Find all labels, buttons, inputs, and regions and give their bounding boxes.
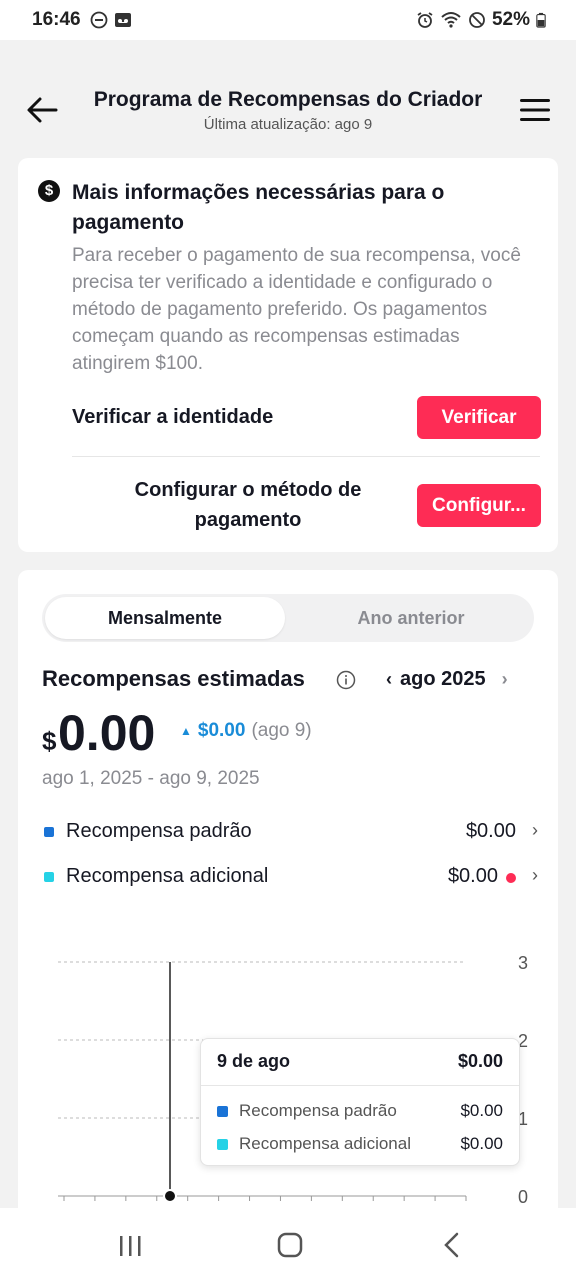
date-range: ago 1, 2025 - ago 9, 2025 xyxy=(42,768,260,789)
tooltip-row-label: Recompensa padrão xyxy=(239,1101,397,1120)
status-right-icons: 52% xyxy=(416,9,546,31)
legend-swatch xyxy=(44,872,54,882)
chevron-right-icon[interactable]: › xyxy=(502,669,508,690)
divider xyxy=(201,1085,519,1086)
rewards-card: Mensalmente Ano anterior Recompensas est… xyxy=(18,570,558,1280)
legend-row-standard[interactable]: Recompensa padrão $0.00 › xyxy=(42,818,540,848)
dollar-icon: $ xyxy=(38,180,60,202)
tooltip-row-value: $0.00 xyxy=(460,1101,503,1120)
current-month: ago 2025 xyxy=(400,668,486,690)
battery-percent: 52% xyxy=(491,9,530,30)
tooltip-total: $0.00 xyxy=(457,1051,503,1071)
verify-identity-label: Verificar a identidade xyxy=(72,406,274,428)
period-segmented-control: Mensalmente Ano anterior xyxy=(42,594,534,642)
chevron-right-icon: › xyxy=(532,820,538,840)
triangle-up-icon: ▲ xyxy=(180,724,192,738)
tooltip-header: 9 de ago $0.00 xyxy=(217,1051,503,1072)
back-arrow-icon[interactable] xyxy=(24,92,60,128)
notification-dot xyxy=(506,873,516,883)
tooltip-date: 9 de ago xyxy=(217,1051,291,1071)
estimated-rewards-title: Recompensas estimadas xyxy=(42,666,305,691)
legend-label: Recompensa adicional xyxy=(66,865,269,887)
currency-symbol: $ xyxy=(42,726,57,756)
status-left-icons xyxy=(90,11,132,29)
system-nav-bar xyxy=(0,1208,576,1280)
chart-tooltip: 9 de ago $0.00 Recompensa padrão $0.00 R… xyxy=(200,1038,520,1166)
info-icon[interactable] xyxy=(336,670,356,690)
do-not-disturb-icon xyxy=(90,11,108,29)
legend-row-additional[interactable]: Recompensa adicional $0.00 › xyxy=(42,863,540,893)
hamburger-menu-icon[interactable] xyxy=(520,97,550,123)
legend-swatch xyxy=(217,1106,228,1117)
payment-info-card: $ Mais informações necessárias para o pa… xyxy=(18,158,558,552)
tooltip-row-label: Recompensa adicional xyxy=(239,1134,411,1153)
last-updated: Última atualização: ago 9 xyxy=(203,116,373,133)
legend-swatch xyxy=(44,827,54,837)
home-icon[interactable] xyxy=(270,1228,310,1262)
configure-button[interactable]: Configur... xyxy=(417,484,541,527)
legend-swatch xyxy=(217,1139,228,1150)
page-title: Programa de Recompensas do Criador xyxy=(93,88,483,111)
divider xyxy=(72,456,540,457)
recent-apps-icon[interactable] xyxy=(110,1228,150,1262)
legend-value: $0.00 xyxy=(465,820,516,842)
chevron-right-icon: › xyxy=(532,865,538,885)
legend-value: $0.00 xyxy=(447,865,498,887)
y-tick-label: 0 xyxy=(518,1187,528,1207)
data-point xyxy=(163,1189,177,1203)
tooltip-row-value: $0.00 xyxy=(460,1134,503,1153)
payment-info-description: Para receber o pagamento de sua recompen… xyxy=(72,245,521,374)
rewards-delta: ▲ $0.00 (ago 9) xyxy=(180,720,312,742)
legend-label: Recompensa padrão xyxy=(66,820,252,842)
rewards-amount: 0.00 xyxy=(58,705,156,761)
config-payment-label: Configurar o método de pagamento xyxy=(134,479,362,531)
month-navigator: ‹ ago 2025 › xyxy=(386,668,508,691)
tab-previous-year[interactable]: Ano anterior xyxy=(291,597,531,639)
chevron-left-icon[interactable]: ‹ xyxy=(386,669,392,690)
tab-monthly[interactable]: Mensalmente xyxy=(45,597,285,639)
verify-button[interactable]: Verificar xyxy=(417,396,541,439)
back-icon[interactable] xyxy=(432,1228,472,1262)
payment-info-title: Mais informações necessárias para o paga… xyxy=(72,181,445,234)
delta-value: $0.00 xyxy=(197,720,246,741)
delta-date: (ago 9) xyxy=(251,720,312,741)
alarm-icon xyxy=(417,12,433,28)
y-tick-label: 3 xyxy=(518,953,528,973)
battery-icon xyxy=(536,12,546,28)
voicemail-icon xyxy=(115,13,131,27)
page-header: Programa de Recompensas do Criador Últim… xyxy=(0,40,576,156)
blocked-icon xyxy=(469,12,485,28)
wifi-icon xyxy=(441,12,461,28)
status-bar: 16:46 52% xyxy=(0,0,576,40)
status-time: 16:46 xyxy=(32,9,81,30)
